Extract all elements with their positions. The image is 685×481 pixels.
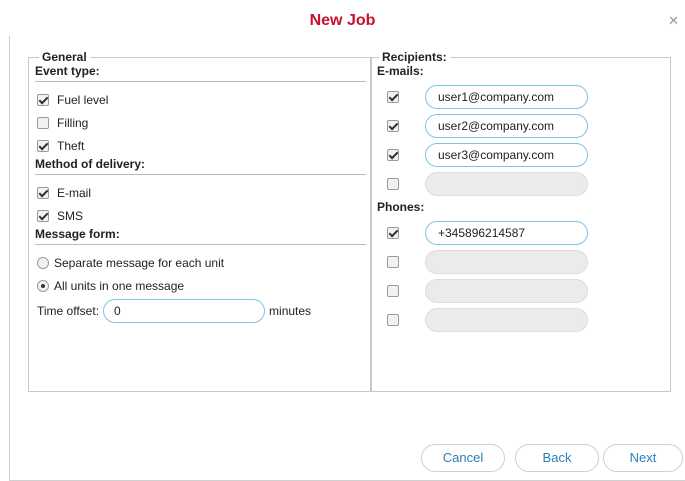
cancel-button[interactable]: Cancel [421, 444, 505, 472]
message-form-label: All units in one message [54, 278, 185, 293]
event-type-fuel-level[interactable]: Fuel level [37, 88, 362, 111]
checkbox-icon[interactable] [387, 90, 399, 103]
time-offset-input[interactable] [103, 299, 266, 323]
checkbox-icon[interactable] [37, 116, 49, 129]
event-type-heading: Event type: [35, 64, 366, 82]
event-type-filling[interactable]: Filling [37, 111, 362, 134]
time-offset-row: Time offset: minutes [37, 297, 362, 325]
phone-row [377, 247, 665, 276]
delivery-label: E-mail [57, 185, 92, 200]
delivery-email[interactable]: E-mail [37, 181, 362, 204]
phone-field[interactable] [425, 249, 588, 274]
back-button[interactable]: Back [515, 444, 599, 472]
time-offset-label: Time offset: [37, 304, 100, 318]
checkbox-icon[interactable] [37, 139, 49, 152]
general-panel: General Event type: Fuel level Filling T… [28, 50, 371, 392]
event-type-theft[interactable]: Theft [37, 134, 362, 157]
checkbox-icon[interactable] [387, 177, 399, 190]
email-row [377, 82, 665, 111]
phone-field[interactable] [425, 307, 588, 332]
phone-field[interactable] [425, 220, 588, 245]
dialog-title: New Job [309, 12, 376, 29]
email-row [377, 169, 665, 198]
time-offset-unit: minutes [269, 304, 312, 318]
phone-row [377, 218, 665, 247]
event-type-label: Theft [57, 138, 85, 153]
checkbox-icon[interactable] [387, 119, 399, 132]
checkbox-icon[interactable] [387, 148, 399, 161]
checkbox-icon[interactable] [37, 93, 49, 106]
delivery-sms[interactable]: SMS [37, 204, 362, 227]
email-row [377, 140, 665, 169]
radio-icon[interactable] [37, 279, 49, 292]
message-form-heading: Message form: [35, 227, 366, 245]
close-icon[interactable]: ✕ [668, 12, 679, 30]
event-type-label: Filling [57, 115, 89, 130]
email-field[interactable] [425, 171, 588, 196]
checkbox-icon[interactable] [387, 284, 399, 297]
general-legend: General [42, 50, 87, 64]
email-row [377, 111, 665, 140]
checkbox-icon[interactable] [37, 209, 49, 222]
email-field[interactable] [425, 113, 588, 138]
radio-icon[interactable] [37, 256, 49, 269]
phone-field[interactable] [425, 278, 588, 303]
emails-heading: E-mails: [377, 64, 424, 78]
phone-row [377, 305, 665, 334]
message-form-separate[interactable]: Separate message for each unit [37, 251, 362, 274]
email-field[interactable] [425, 142, 588, 167]
dialog-border-left [9, 36, 10, 481]
phone-row [377, 276, 665, 305]
checkbox-icon[interactable] [37, 186, 49, 199]
new-job-dialog: New Job ✕ General Event type: Fuel level… [0, 0, 685, 481]
checkbox-icon[interactable] [387, 226, 399, 239]
phones-heading: Phones: [377, 200, 425, 214]
message-form-label: Separate message for each unit [54, 255, 225, 270]
next-button[interactable]: Next [603, 444, 683, 472]
delivery-heading: Method of delivery: [35, 157, 366, 175]
delivery-label: SMS [57, 208, 84, 223]
checkbox-icon[interactable] [387, 313, 399, 326]
recipients-legend: Recipients: [382, 50, 447, 64]
message-form-all-in-one[interactable]: All units in one message [37, 274, 362, 297]
recipients-panel: Recipients: E-mails: Phones: [371, 50, 671, 392]
email-field[interactable] [425, 84, 588, 109]
event-type-label: Fuel level [57, 92, 109, 107]
checkbox-icon[interactable] [387, 255, 399, 268]
